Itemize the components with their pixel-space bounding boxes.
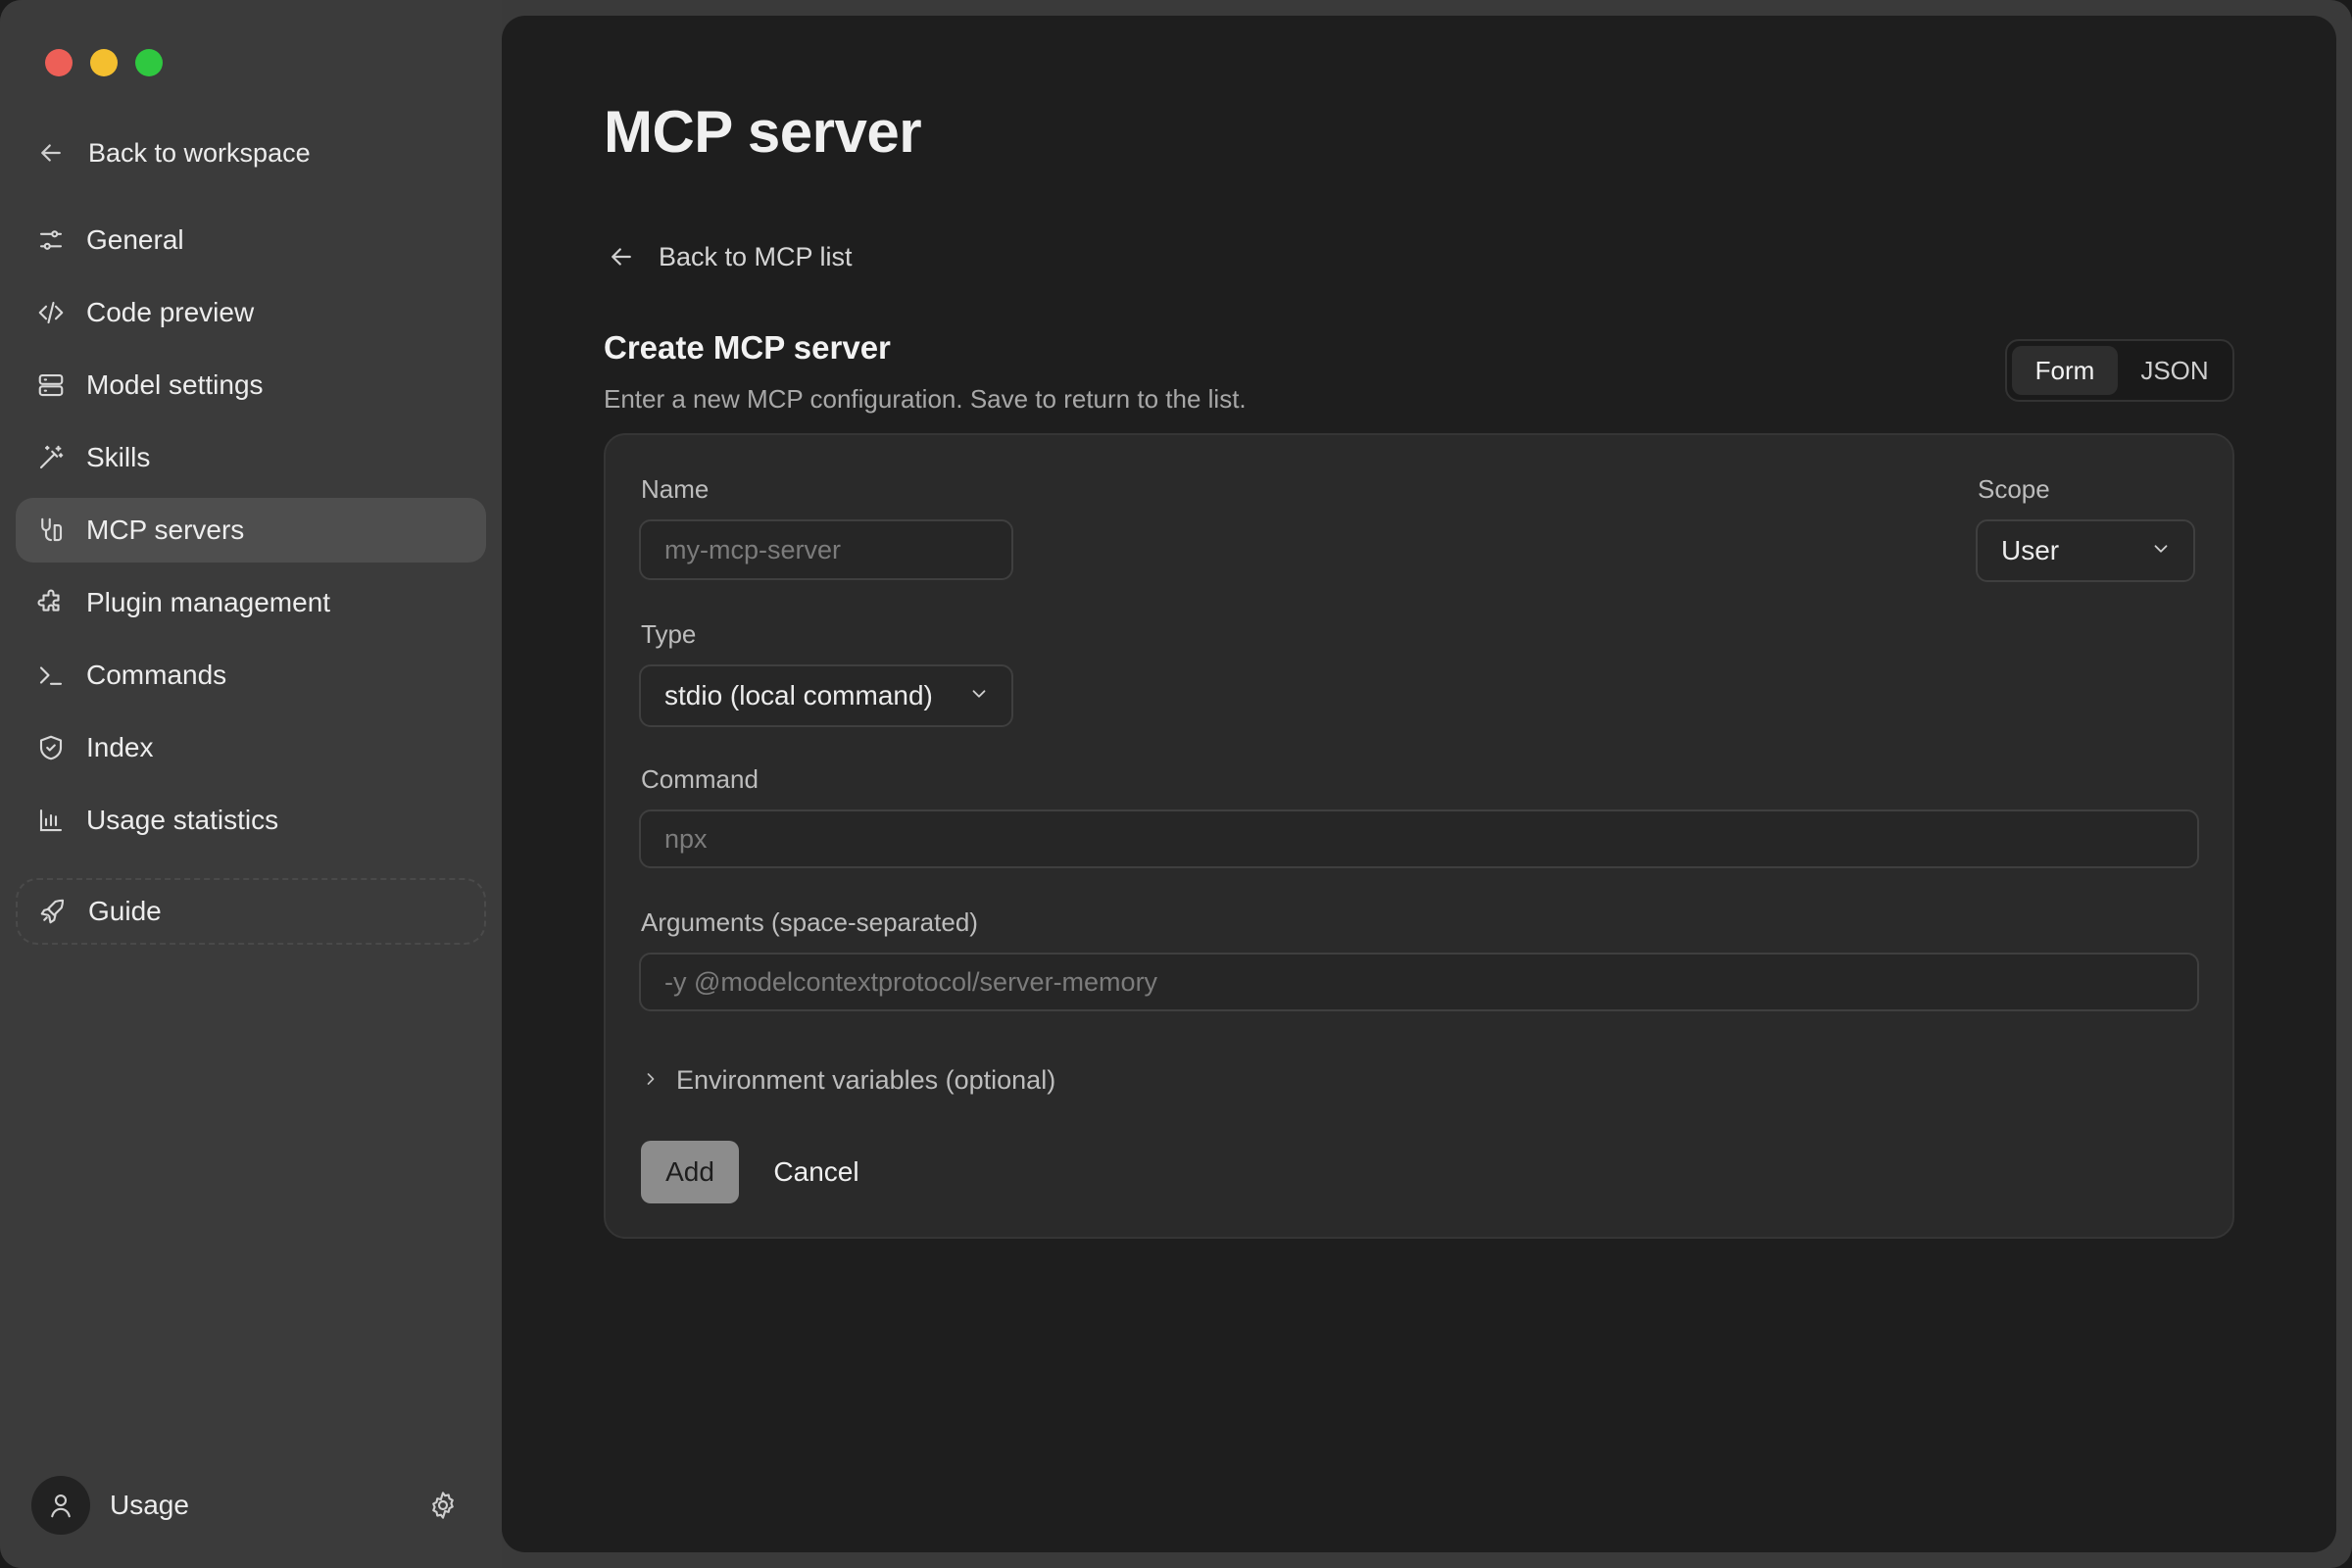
rocket-icon — [37, 896, 69, 927]
create-mcp-form: Name my-mcp-server Scope User Type stdio… — [604, 433, 2234, 1239]
environment-variables-toggle[interactable]: Environment variables (optional) — [641, 1060, 1055, 1100]
name-input[interactable]: my-mcp-server — [639, 519, 1013, 580]
gear-icon[interactable] — [423, 1486, 463, 1525]
puzzle-icon — [35, 587, 67, 618]
code-icon — [35, 297, 67, 328]
scope-label: Scope — [1978, 474, 2050, 504]
bar-chart-icon — [35, 805, 67, 836]
sidebar-item-usage-statistics[interactable]: Usage statistics — [16, 788, 486, 853]
sidebar-item-model-settings[interactable]: Model settings — [16, 353, 486, 417]
type-value: stdio (local command) — [664, 680, 933, 710]
section-description: Enter a new MCP configuration. Save to r… — [604, 384, 1247, 414]
back-to-mcp-list-label: Back to MCP list — [659, 241, 853, 271]
terminal-icon — [35, 660, 67, 691]
user-bar: Usage — [31, 1474, 463, 1537]
sidebar-item-skills[interactable]: Skills — [16, 425, 486, 490]
add-button[interactable]: Add — [641, 1141, 739, 1203]
command-input[interactable]: npx — [639, 809, 2199, 868]
sidebar-item-label: Skills — [86, 442, 151, 472]
arrow-left-icon — [35, 137, 67, 169]
maximize-window-button[interactable] — [135, 49, 163, 76]
chevron-down-icon — [2150, 535, 2172, 566]
avatar[interactable] — [31, 1476, 90, 1535]
sidebar-item-label: Plugin management — [86, 587, 331, 617]
sidebar-item-label: Index — [86, 732, 154, 762]
sidebar-item-label: Code preview — [86, 297, 255, 327]
scope-value: User — [2001, 535, 2060, 565]
usage-label[interactable]: Usage — [110, 1490, 189, 1521]
chevron-right-icon — [641, 1065, 661, 1096]
sidebar-item-label: MCP servers — [86, 514, 245, 545]
sidebar-item-label: General — [86, 224, 184, 255]
magic-wand-icon — [35, 442, 67, 473]
sidebar-item-label: Usage statistics — [86, 805, 279, 835]
minimize-window-button[interactable] — [90, 49, 118, 76]
scope-select[interactable]: User — [1976, 519, 2195, 582]
view-mode-toggle: Form JSON — [2005, 339, 2234, 402]
page-title: MCP server — [604, 99, 922, 165]
guide-label: Guide — [88, 896, 162, 926]
command-label: Command — [641, 764, 759, 794]
sidebar-item-code-preview[interactable]: Code preview — [16, 280, 486, 345]
sidebar-item-mcp-servers[interactable]: MCP servers — [16, 498, 486, 563]
sidebar-item-plugin-management[interactable]: Plugin management — [16, 570, 486, 635]
server-stack-icon — [35, 369, 67, 401]
cancel-button[interactable]: Cancel — [762, 1141, 870, 1203]
chevron-down-icon — [968, 680, 990, 711]
sidebar-item-label: Commands — [86, 660, 227, 690]
back-to-mcp-list-link[interactable]: Back to MCP list — [606, 237, 853, 276]
sidebar-item-commands[interactable]: Commands — [16, 643, 486, 708]
arguments-label: Arguments (space-separated) — [641, 907, 978, 937]
sidebar: Back to workspace General Code preview M… — [0, 0, 502, 1568]
window-controls — [45, 49, 163, 76]
sidebar-item-index[interactable]: Index — [16, 715, 486, 780]
sidebar-item-label: Model settings — [86, 369, 264, 400]
tab-form[interactable]: Form — [2012, 346, 2118, 395]
sidebar-item-guide[interactable]: Guide — [16, 878, 486, 945]
plug-icon — [35, 514, 67, 546]
sliders-icon — [35, 224, 67, 256]
type-select[interactable]: stdio (local command) — [639, 664, 1013, 727]
app-window: Back to workspace General Code preview M… — [0, 0, 2352, 1568]
name-label: Name — [641, 474, 710, 504]
close-window-button[interactable] — [45, 49, 73, 76]
back-to-workspace-link[interactable]: Back to workspace — [35, 133, 311, 172]
settings-nav: General Code preview Model settings Skil… — [16, 208, 486, 860]
arrow-left-icon — [606, 241, 637, 272]
section-title: Create MCP server — [604, 329, 891, 366]
sidebar-item-general[interactable]: General — [16, 208, 486, 272]
arguments-input[interactable]: -y @modelcontextprotocol/server-memory — [639, 953, 2199, 1011]
type-label: Type — [641, 619, 697, 649]
back-to-workspace-label: Back to workspace — [88, 137, 311, 168]
shield-check-icon — [35, 732, 67, 763]
main-panel: MCP server Back to MCP list Create MCP s… — [502, 16, 2336, 1552]
tab-json[interactable]: JSON — [2122, 346, 2228, 395]
environment-variables-label: Environment variables (optional) — [676, 1064, 1056, 1095]
